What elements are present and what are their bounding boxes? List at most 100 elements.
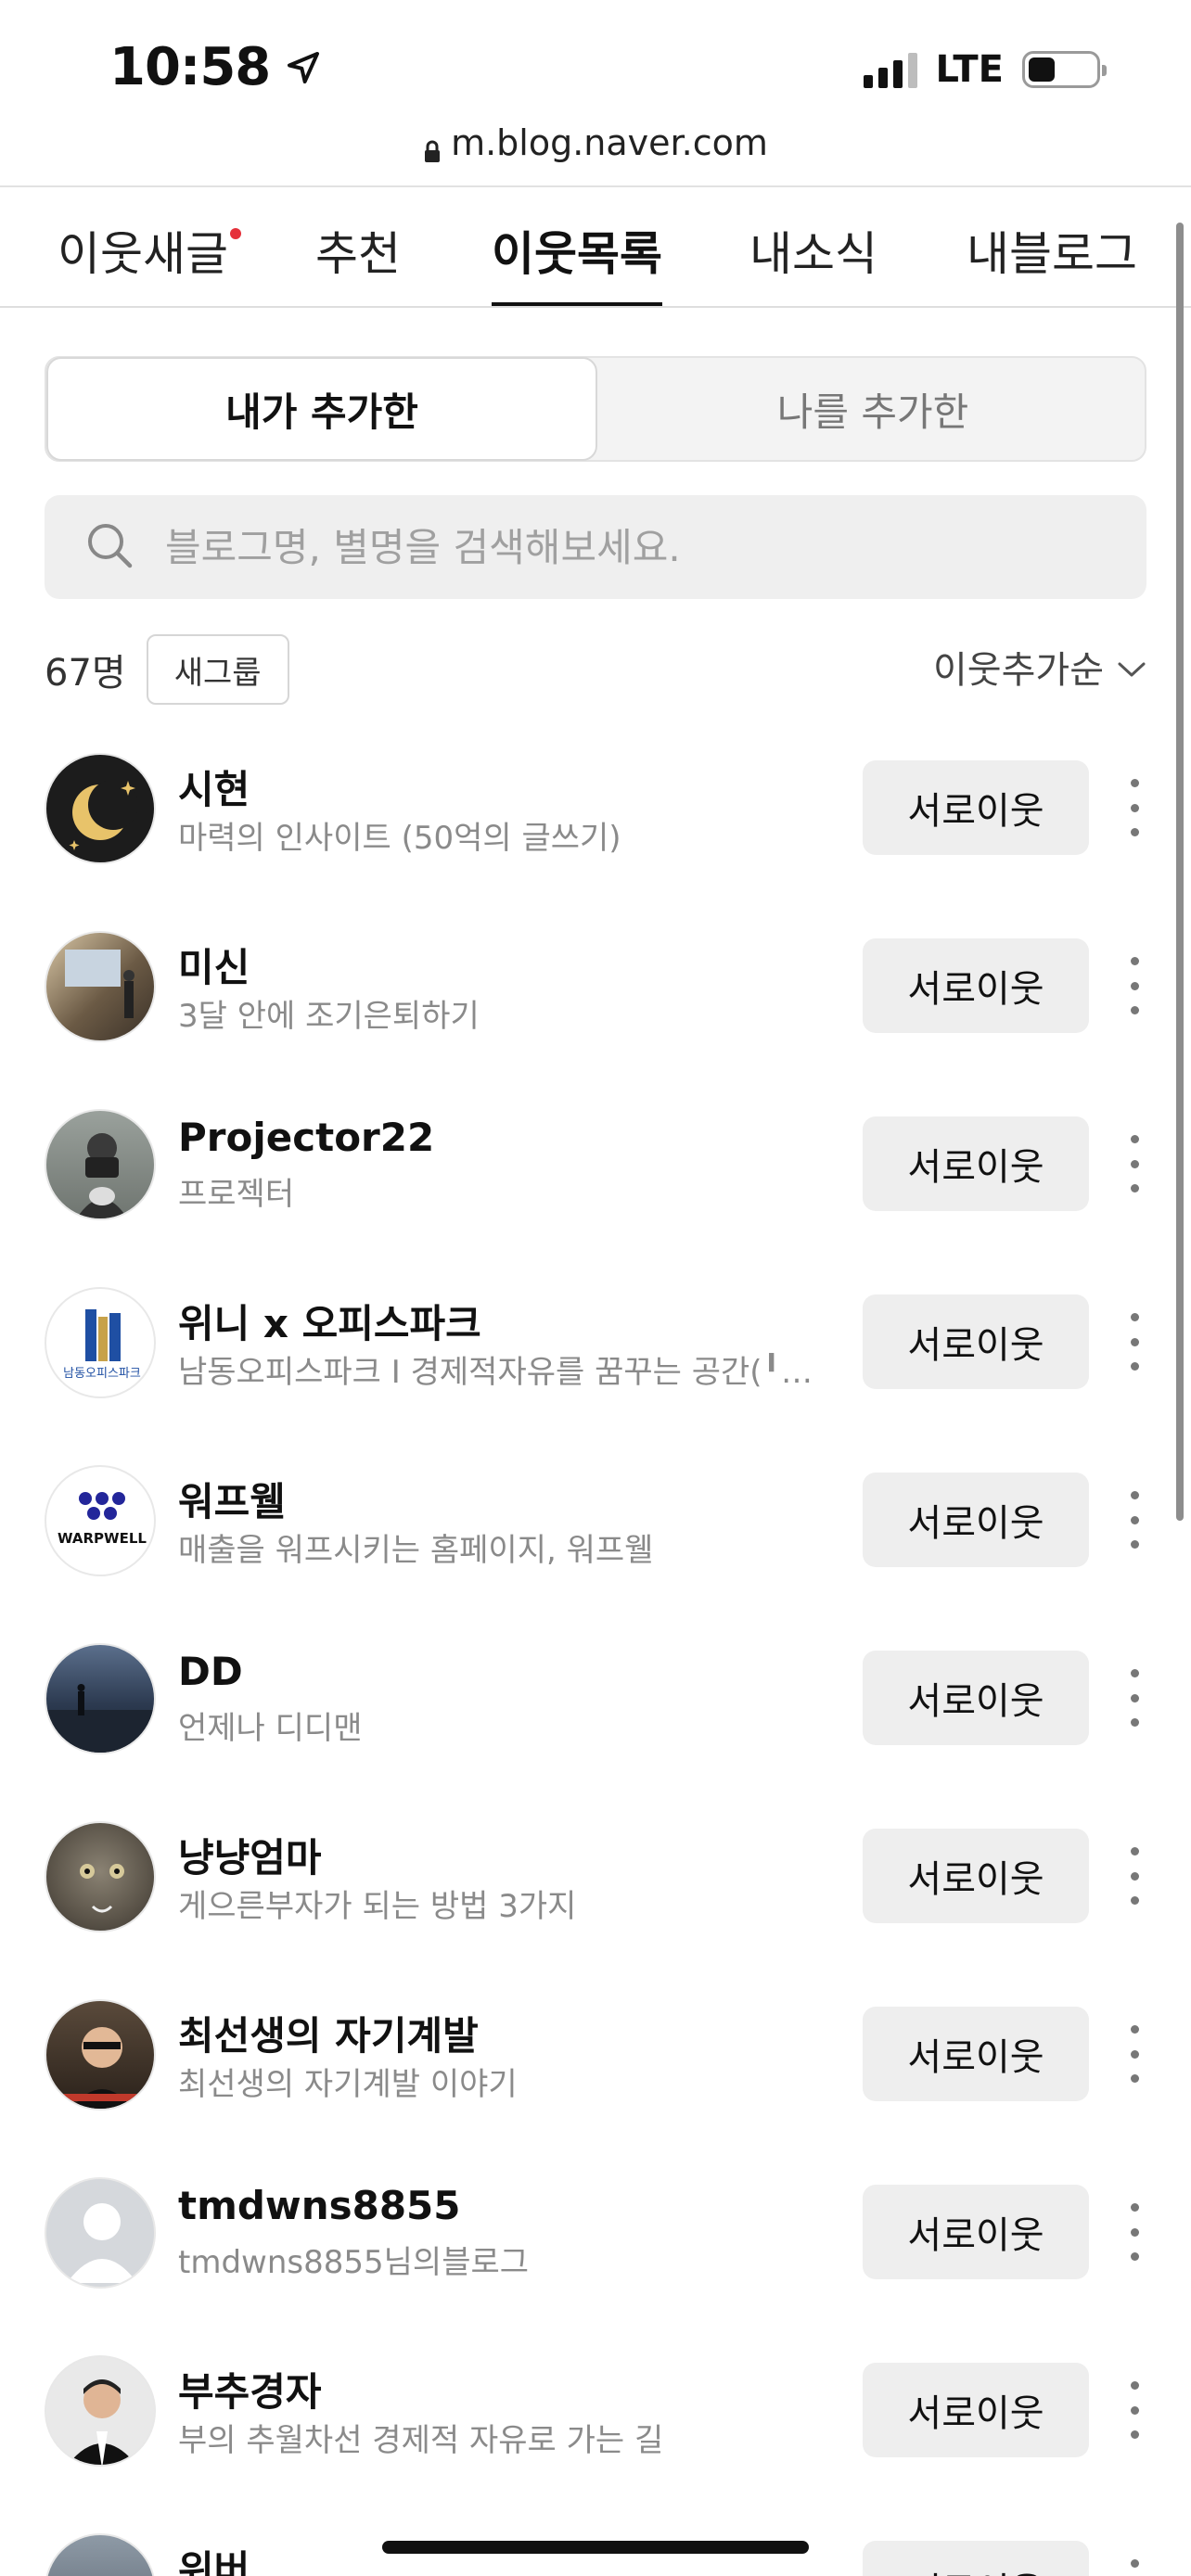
sort-label: 이웃추가순 bbox=[933, 649, 1104, 692]
list-item[interactable]: tmdwns8855 tmdwns8855님의블로그 서로이웃 bbox=[0, 2157, 1191, 2335]
neighbor-name: 시현 bbox=[178, 767, 250, 812]
neighbor-name: 냥냥엄마 bbox=[178, 1835, 322, 1881]
neighbor-name: 워프웰 bbox=[178, 1479, 286, 1524]
list-item[interactable]: 남동오피스파크 위니 x 오피스파크 남동오피스파크 I 경제적자유를 꿈꾸는 … bbox=[0, 1267, 1191, 1445]
more-options-icon[interactable] bbox=[1121, 2020, 1148, 2088]
search-icon bbox=[85, 521, 134, 573]
tab-label: 추천 bbox=[315, 227, 401, 281]
mutual-neighbor-button[interactable]: 서로이웃 bbox=[863, 2185, 1089, 2279]
search-input[interactable] bbox=[165, 524, 1000, 570]
neighbor-name: tmdwns8855 bbox=[178, 2183, 461, 2228]
neighbor-description: 게으른부자가 되는 방법 3가지 bbox=[178, 1888, 577, 1925]
mutual-neighbor-button[interactable]: 서로이웃 bbox=[863, 1473, 1089, 1567]
avatar[interactable] bbox=[45, 753, 156, 864]
tab-bar: 이웃새글 추천 이웃목록 내소식 내블로그 bbox=[0, 187, 1191, 308]
list-item[interactable]: Projector22 프로젝터 서로이웃 bbox=[0, 1089, 1191, 1267]
neighbor-description: 프로젝터 bbox=[178, 1176, 295, 1213]
clock: 10:58 bbox=[109, 37, 271, 97]
neighbor-description: 마력의 인사이트 (50억의 글쓰기) bbox=[178, 820, 621, 857]
neighbor-name: 위버 bbox=[178, 2547, 250, 2576]
more-options-icon[interactable] bbox=[1121, 1842, 1148, 1910]
status-bar: 10:58 LTE bbox=[0, 0, 1191, 139]
more-options-icon[interactable] bbox=[1121, 1307, 1148, 1376]
battery-level bbox=[1029, 57, 1055, 82]
avatar[interactable] bbox=[45, 1109, 156, 1220]
mutual-neighbor-button[interactable]: 서로이웃 bbox=[863, 760, 1089, 855]
avatar[interactable] bbox=[45, 2533, 156, 2576]
neighbor-name: 최선생의 자기계발 bbox=[178, 2013, 479, 2059]
avatar-caption: WARPWELL bbox=[58, 1530, 147, 1547]
avatar[interactable] bbox=[45, 2355, 156, 2467]
avatar-caption: 남동오피스파크 bbox=[63, 1367, 141, 1381]
tab-label: 이웃새글 bbox=[58, 227, 228, 281]
neighbor-description: 부의 추월차선 경제적 자유로 가는 길 bbox=[178, 2422, 664, 2459]
lock-icon bbox=[423, 132, 442, 162]
more-options-icon[interactable] bbox=[1121, 1664, 1148, 1732]
tab-my-news[interactable]: 내소식 bbox=[749, 217, 877, 308]
neighbor-name: DD bbox=[178, 1649, 243, 1694]
list-item[interactable]: 시현 마력의 인사이트 (50억의 글쓰기) 서로이웃 bbox=[0, 733, 1191, 911]
tab-label: 내소식 bbox=[749, 227, 877, 281]
mutual-neighbor-button[interactable]: 서로이웃 bbox=[863, 1651, 1089, 1745]
neighbor-description: 언제나 디디맨 bbox=[178, 1710, 363, 1747]
tab-neighbor-posts[interactable]: 이웃새글 bbox=[58, 217, 241, 308]
more-options-icon[interactable] bbox=[1121, 2376, 1148, 2444]
neighbor-description: tmdwns8855님의블로그 bbox=[178, 2244, 530, 2281]
network-type: LTE bbox=[935, 48, 1004, 91]
home-indicator[interactable] bbox=[382, 2541, 809, 2554]
avatar[interactable] bbox=[45, 1821, 156, 1932]
url-text: m.blog.naver.com bbox=[451, 122, 768, 163]
more-options-icon[interactable] bbox=[1121, 2198, 1148, 2266]
neighbor-description: 3달 안에 조기은퇴하기 bbox=[178, 998, 480, 1035]
mutual-neighbor-button[interactable]: 서로이웃 bbox=[863, 1116, 1089, 1211]
new-group-button[interactable]: 새그룹 bbox=[146, 634, 289, 705]
default-avatar[interactable] bbox=[45, 2177, 156, 2289]
avatar[interactable]: WARPWELL bbox=[45, 1465, 156, 1576]
segment-added-me[interactable]: 나를 추가한 bbox=[597, 358, 1148, 460]
url-bar[interactable]: m.blog.naver.com bbox=[0, 122, 1191, 163]
more-options-icon[interactable] bbox=[1121, 2554, 1148, 2576]
more-options-icon[interactable] bbox=[1121, 951, 1148, 1020]
chevron-down-icon bbox=[1117, 645, 1146, 688]
tab-label: 내블로그 bbox=[967, 227, 1137, 281]
avatar[interactable] bbox=[45, 931, 156, 1042]
more-options-icon[interactable] bbox=[1121, 1129, 1148, 1198]
neighbor-description: 남동오피스파크 I 경제적자유를 꿈꾸는 공간(╹◡… bbox=[178, 1354, 827, 1391]
segment-added-by-me[interactable]: 내가 추가한 bbox=[46, 357, 597, 461]
list-item[interactable]: WARPWELL 워프웰 매출을 워프시키는 홈페이지, 워프웰 서로이웃 bbox=[0, 1445, 1191, 1623]
divider bbox=[0, 306, 1191, 308]
list-item[interactable]: 냥냥엄마 게으른부자가 되는 방법 3가지 서로이웃 bbox=[0, 1801, 1191, 1979]
avatar[interactable]: 남동오피스파크 bbox=[45, 1287, 156, 1398]
mutual-neighbor-button[interactable]: 서로이웃 bbox=[863, 2541, 1089, 2576]
mutual-neighbor-button[interactable]: 서로이웃 bbox=[863, 938, 1089, 1033]
search-box[interactable] bbox=[45, 495, 1146, 599]
mutual-neighbor-button[interactable]: 서로이웃 bbox=[863, 2363, 1089, 2457]
neighbor-name: Projector22 bbox=[178, 1115, 435, 1160]
mutual-neighbor-button[interactable]: 서로이웃 bbox=[863, 1829, 1089, 1923]
status-icons: LTE bbox=[863, 48, 1107, 91]
list-item[interactable]: 최선생의 자기계발 최선생의 자기계발 이야기 서로이웃 bbox=[0, 1979, 1191, 2157]
avatar[interactable] bbox=[45, 1643, 156, 1754]
list-item[interactable]: 미신 3달 안에 조기은퇴하기 서로이웃 bbox=[0, 911, 1191, 1089]
tab-recommended[interactable]: 추천 bbox=[315, 217, 401, 308]
status-time: 10:58 bbox=[109, 37, 322, 97]
tab-my-blog[interactable]: 내블로그 bbox=[967, 217, 1137, 308]
cellular-signal-icon bbox=[863, 51, 917, 88]
sort-dropdown[interactable]: 이웃추가순 bbox=[933, 640, 1146, 694]
tab-neighbor-list[interactable]: 이웃목록 bbox=[492, 217, 662, 308]
neighbor-name: 부추경자 bbox=[178, 2369, 322, 2415]
list-toolbar: 67명 새그룹 이웃추가순 bbox=[45, 634, 1146, 705]
neighbor-count: 67명 bbox=[45, 652, 126, 695]
more-options-icon[interactable] bbox=[1121, 1486, 1148, 1554]
list-item[interactable]: DD 언제나 디디맨 서로이웃 bbox=[0, 1623, 1191, 1801]
more-options-icon[interactable] bbox=[1121, 773, 1148, 842]
neighbor-name: 위니 x 오피스파크 bbox=[178, 1301, 481, 1346]
mutual-neighbor-button[interactable]: 서로이웃 bbox=[863, 2007, 1089, 2101]
battery-icon bbox=[1022, 51, 1107, 88]
avatar[interactable] bbox=[45, 1999, 156, 2111]
tab-label: 이웃목록 bbox=[492, 227, 662, 281]
mutual-neighbor-button[interactable]: 서로이웃 bbox=[863, 1294, 1089, 1389]
list-item[interactable]: 부추경자 부의 추월차선 경제적 자유로 가는 길 서로이웃 bbox=[0, 2335, 1191, 2513]
segmented-control: 내가 추가한 나를 추가한 bbox=[45, 356, 1146, 462]
neighbor-description: 매출을 워프시키는 홈페이지, 워프웰 bbox=[178, 1532, 654, 1569]
